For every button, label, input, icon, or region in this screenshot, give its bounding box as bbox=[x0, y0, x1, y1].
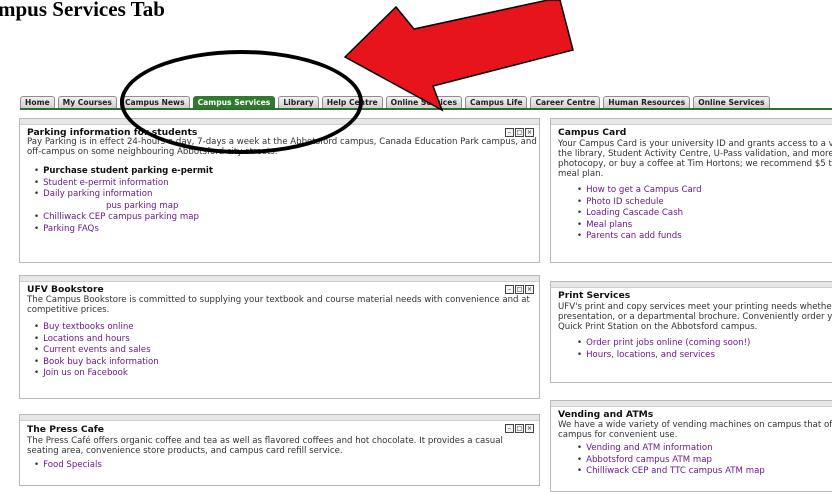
annotation-arrow bbox=[343, 0, 574, 112]
annotation-arrow-shape bbox=[343, 0, 574, 112]
